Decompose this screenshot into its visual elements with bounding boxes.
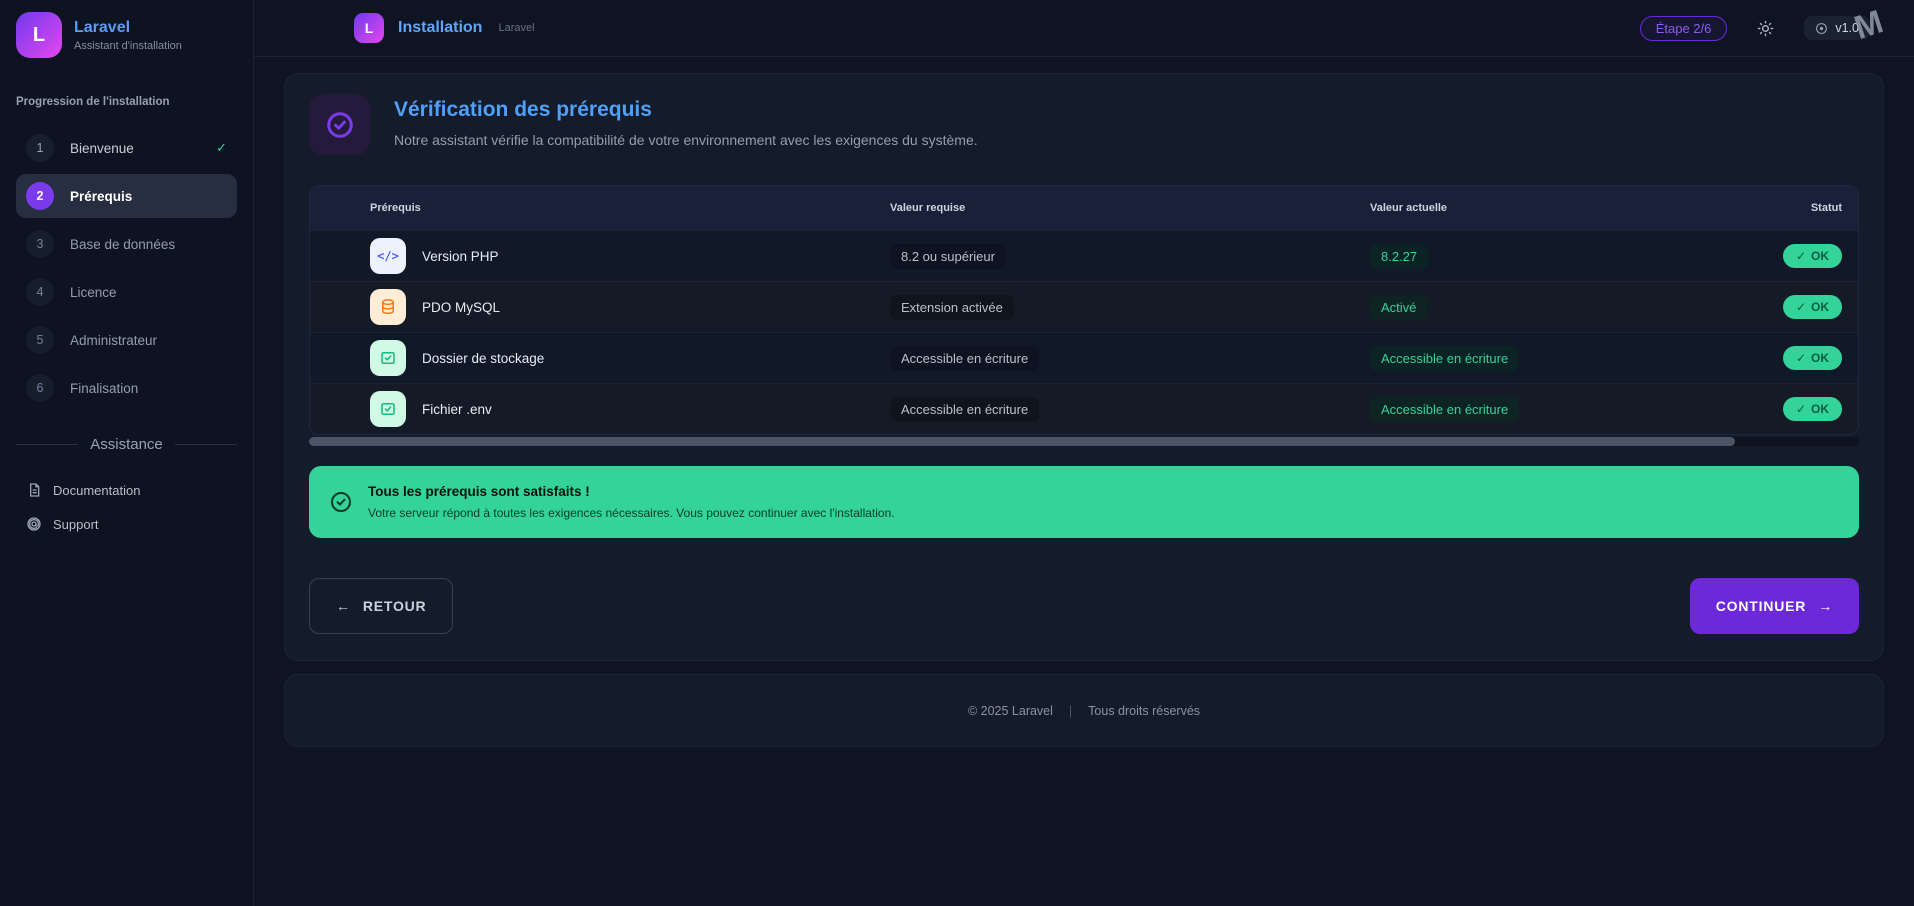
step-number: 3 bbox=[26, 230, 54, 258]
content-area: Vérification des prérequis Notre assista… bbox=[254, 57, 1914, 906]
documentation-link[interactable]: Documentation bbox=[16, 473, 237, 507]
sidebar-step-bienvenue[interactable]: 1 Bienvenue ✓ bbox=[16, 126, 237, 170]
step-label: Bienvenue bbox=[70, 141, 200, 156]
laravel-logo: L bbox=[16, 12, 62, 58]
requirement-name: Version PHP bbox=[422, 249, 499, 264]
step-label: Prérequis bbox=[70, 189, 227, 204]
banner-description: Votre serveur répond à toutes les exigen… bbox=[368, 506, 895, 520]
step-label: Licence bbox=[70, 285, 227, 300]
step-nav: 1 Bienvenue ✓ 2 Prérequis 3 Base de donn… bbox=[16, 126, 237, 410]
required-value: Accessible en écriture bbox=[890, 346, 1039, 371]
table-row-pdo-mysql: PDO MySQL Extension activée Activé ✓OK bbox=[310, 281, 1858, 332]
sidebar-step-prerequis[interactable]: 2 Prérequis bbox=[16, 174, 237, 218]
theme-toggle-button[interactable] bbox=[1753, 16, 1778, 41]
required-value: Extension activée bbox=[890, 295, 1014, 320]
sidebar-step-licence[interactable]: 4 Licence bbox=[16, 270, 237, 314]
sun-icon bbox=[1757, 20, 1774, 37]
brand-subtitle: Assistant d'installation bbox=[74, 40, 182, 52]
support-link[interactable]: Support bbox=[16, 507, 237, 541]
step-number: 1 bbox=[26, 134, 54, 162]
table-row-fichier-env: Fichier .env Accessible en écriture Acce… bbox=[310, 383, 1858, 434]
continue-button[interactable]: CONTINUER → bbox=[1690, 578, 1859, 634]
support-label: Support bbox=[53, 517, 99, 532]
file-check-icon bbox=[370, 391, 406, 427]
topbar-brand: L Installation Laravel bbox=[354, 13, 535, 43]
sidebar-step-base-de-donnees[interactable]: 3 Base de données bbox=[16, 222, 237, 266]
table-row-dossier-stockage: Dossier de stockage Accessible en écritu… bbox=[310, 332, 1858, 383]
requirement-name: PDO MySQL bbox=[422, 300, 500, 315]
current-value: Activé bbox=[1370, 295, 1427, 320]
arrow-left-icon: ← bbox=[336, 598, 351, 614]
current-value: 8.2.27 bbox=[1370, 244, 1428, 269]
required-value: Accessible en écriture bbox=[890, 397, 1039, 422]
back-button[interactable]: ← RETOUR bbox=[309, 578, 453, 634]
column-header-valeur-actuelle: Valeur actuelle bbox=[1370, 202, 1732, 214]
circle-check-icon bbox=[309, 94, 370, 155]
section-header: Vérification des prérequis Notre assista… bbox=[309, 94, 1859, 155]
rights-text: Tous droits réservés bbox=[1088, 704, 1200, 718]
section-title: Vérification des prérequis bbox=[394, 98, 978, 122]
laravel-logo-small: L bbox=[354, 13, 384, 43]
step-number: 5 bbox=[26, 326, 54, 354]
page-title: Installation bbox=[398, 19, 482, 37]
step-progress-badge: Étape 2/6 bbox=[1640, 16, 1728, 41]
circle-check-icon bbox=[329, 490, 353, 514]
step-number: 2 bbox=[26, 182, 54, 210]
document-icon bbox=[26, 482, 42, 498]
support-icon bbox=[26, 516, 42, 532]
database-icon bbox=[370, 289, 406, 325]
copyright-text: © 2025 Laravel bbox=[968, 704, 1053, 718]
sidebar-step-administrateur[interactable]: 5 Administrateur bbox=[16, 318, 237, 362]
check-icon: ✓ bbox=[1796, 402, 1806, 416]
step-number: 4 bbox=[26, 278, 54, 306]
check-icon: ✓ bbox=[1796, 249, 1806, 263]
column-header-statut: Statut bbox=[1732, 202, 1842, 214]
table-header-row: Prérequis Valeur requise Valeur actuelle… bbox=[310, 186, 1858, 230]
sidebar: L Laravel Assistant d'installation Progr… bbox=[0, 0, 254, 906]
status-badge: ✓OK bbox=[1783, 397, 1842, 421]
folder-check-icon bbox=[370, 340, 406, 376]
main-column: L Installation Laravel Étape 2/6 bbox=[254, 0, 1914, 906]
banner-title: Tous les prérequis sont satisfaits ! bbox=[368, 484, 895, 499]
section-description: Notre assistant vérifie la compatibilité… bbox=[394, 132, 978, 148]
brand-name: Laravel bbox=[74, 19, 182, 37]
version-circle-icon bbox=[1815, 22, 1828, 35]
horizontal-scrollbar bbox=[309, 437, 1859, 446]
page-subtitle: Laravel bbox=[498, 22, 534, 34]
requirements-table: Prérequis Valeur requise Valeur actuelle… bbox=[309, 185, 1859, 435]
footer: © 2025 Laravel | Tous droits réservés bbox=[284, 674, 1884, 747]
check-icon: ✓ bbox=[1796, 351, 1806, 365]
status-badge: ✓OK bbox=[1783, 346, 1842, 370]
current-value: Accessible en écriture bbox=[1370, 397, 1519, 422]
status-badge: ✓OK bbox=[1783, 295, 1842, 319]
step-number: 6 bbox=[26, 374, 54, 402]
top-bar: L Installation Laravel Étape 2/6 bbox=[254, 0, 1914, 57]
code-icon: </> bbox=[370, 238, 406, 274]
sidebar-step-finalisation[interactable]: 6 Finalisation bbox=[16, 366, 237, 410]
sidebar-brand: L Laravel Assistant d'installation bbox=[16, 12, 237, 58]
assistance-label: Assistance bbox=[90, 436, 163, 453]
check-icon: ✓ bbox=[216, 140, 227, 156]
column-header-valeur-requise: Valeur requise bbox=[890, 202, 1370, 214]
table-row-version-php: </> Version PHP 8.2 ou supérieur 8.2.27 … bbox=[310, 230, 1858, 281]
action-buttons: ← RETOUR CONTINUER → bbox=[309, 578, 1859, 634]
step-label: Administrateur bbox=[70, 333, 227, 348]
assistance-divider: Assistance bbox=[16, 436, 237, 453]
required-value: 8.2 ou supérieur bbox=[890, 244, 1006, 269]
footer-separator: | bbox=[1069, 704, 1072, 718]
scrollbar-thumb[interactable] bbox=[309, 437, 1735, 446]
success-banner: Tous les prérequis sont satisfaits ! Vot… bbox=[309, 466, 1859, 538]
status-badge: ✓OK bbox=[1783, 244, 1842, 268]
check-icon: ✓ bbox=[1796, 300, 1806, 314]
step-label: Finalisation bbox=[70, 381, 227, 396]
documentation-label: Documentation bbox=[53, 483, 140, 498]
requirement-name: Fichier .env bbox=[422, 402, 492, 417]
column-header-prerequis: Prérequis bbox=[370, 202, 890, 214]
requirement-name: Dossier de stockage bbox=[422, 351, 544, 366]
prerequisites-card: Vérification des prérequis Notre assista… bbox=[284, 73, 1884, 661]
arrow-right-icon: → bbox=[1818, 598, 1833, 614]
current-value: Accessible en écriture bbox=[1370, 346, 1519, 371]
step-label: Base de données bbox=[70, 237, 227, 252]
progress-section-label: Progression de l'installation bbox=[16, 96, 237, 108]
